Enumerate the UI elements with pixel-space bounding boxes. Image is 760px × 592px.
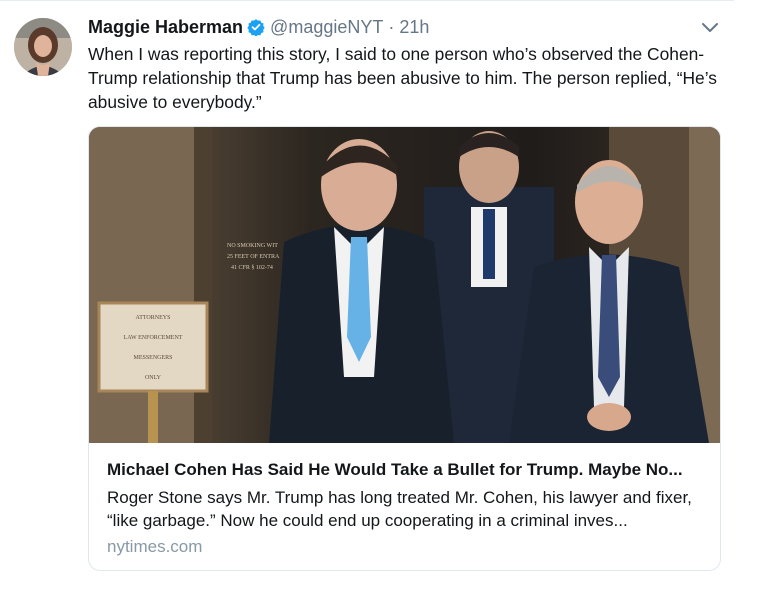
placard-line: ONLY — [145, 375, 162, 381]
placard-line: ATTORNEYS — [136, 315, 171, 321]
placard-line: MESSENGERS — [133, 355, 172, 361]
author-handle[interactable]: @maggieNYT — [270, 17, 383, 38]
timestamp-link[interactable]: 21h — [399, 17, 429, 38]
wall-sign-line: 41 CFR § 102-74 — [231, 265, 273, 271]
avatar[interactable] — [14, 18, 72, 76]
tweet-header: Maggie Haberman @maggieNYT · 21h — [88, 16, 429, 38]
separator-dot: · — [388, 16, 395, 37]
tweet[interactable]: Maggie Haberman @maggieNYT · 21h When I … — [0, 0, 760, 592]
author-name[interactable]: Maggie Haberman — [88, 17, 243, 38]
card-domain: nytimes.com — [107, 537, 203, 556]
chevron-down-icon[interactable] — [700, 20, 720, 36]
wall-sign-line: NO SMOKING WIT — [227, 243, 278, 249]
verified-badge-icon — [247, 18, 265, 36]
placard-line: LAW ENFORCEMENT — [124, 335, 183, 341]
wall-sign: NO SMOKING WIT 25 FEET OF ENTRA 41 CFR §… — [227, 243, 280, 271]
card-description: Roger Stone says Mr. Trump has long trea… — [107, 488, 692, 530]
card-title[interactable]: Michael Cohen Has Said He Would Take a B… — [107, 459, 707, 481]
link-card[interactable]: NO SMOKING WIT 25 FEET OF ENTRA 41 CFR §… — [88, 126, 721, 571]
divider — [0, 0, 734, 1]
wall-sign-line: 25 FEET OF ENTRA — [227, 254, 280, 260]
card-image[interactable]: NO SMOKING WIT 25 FEET OF ENTRA 41 CFR §… — [89, 127, 720, 443]
tweet-text: When I was reporting this story, I said … — [88, 44, 717, 112]
